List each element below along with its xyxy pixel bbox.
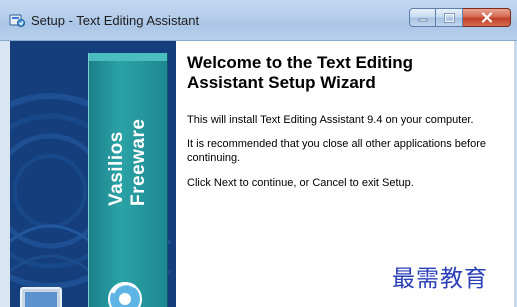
maximize-button[interactable] xyxy=(436,8,463,27)
recommendation-text: It is recommended that you close all oth… xyxy=(187,138,486,164)
setup-app-icon xyxy=(9,14,25,27)
maximize-icon xyxy=(443,12,455,23)
close-icon xyxy=(481,12,492,23)
title-bar[interactable]: Setup - Text Editing Assistant xyxy=(0,0,517,41)
close-button[interactable] xyxy=(463,8,511,27)
watermark-text: 最需教育 xyxy=(392,266,488,292)
setup-window: Setup - Text Editing Assistant Vasilios … xyxy=(0,0,517,307)
welcome-heading: Welcome to the Text Editing Assistant Se… xyxy=(187,53,414,92)
vendor-line-1: Vasilios xyxy=(106,131,127,206)
window-title: Setup - Text Editing Assistant xyxy=(31,13,200,28)
vendor-line-2: Freeware xyxy=(128,118,149,206)
vendor-name: Vasilios Freeware xyxy=(106,56,150,206)
left-border xyxy=(0,41,10,307)
install-info-text: This will install Text Editing Assistant… xyxy=(187,114,474,126)
cd-logo-icon xyxy=(108,282,142,307)
minimize-button[interactable] xyxy=(409,8,436,27)
wizard-banner-image: Vasilios Freeware xyxy=(10,41,176,307)
caption-buttons xyxy=(409,8,511,28)
instruction-text: Click Next to continue, or Cancel to exi… xyxy=(187,177,414,189)
computer-icon xyxy=(20,287,62,307)
minimize-icon xyxy=(418,18,427,21)
